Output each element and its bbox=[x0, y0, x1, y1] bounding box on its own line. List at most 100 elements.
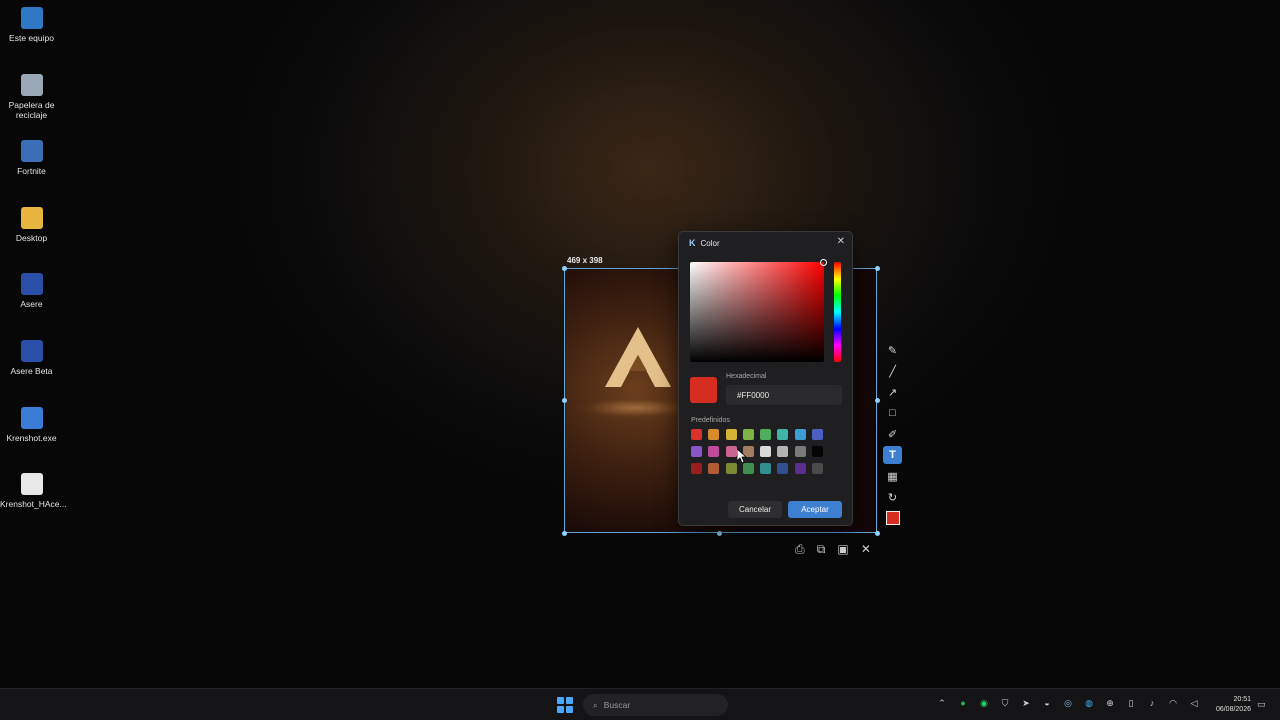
preset-swatch[interactable] bbox=[812, 429, 824, 440]
preset-swatch[interactable] bbox=[725, 463, 737, 474]
saturation-value-picker[interactable] bbox=[690, 259, 827, 362]
preset-swatch[interactable] bbox=[760, 429, 772, 440]
resize-handle-top-left[interactable] bbox=[562, 266, 567, 271]
desktop-icon[interactable]: Krenshot.exe bbox=[0, 406, 63, 443]
gamepad-icon[interactable]: ⊕ bbox=[1104, 697, 1116, 709]
resize-handle-top-right[interactable] bbox=[875, 266, 880, 271]
start-pane bbox=[566, 706, 573, 713]
desktop-icon[interactable]: Papelera de reciclaje bbox=[0, 73, 63, 120]
marker-tool-button[interactable]: ✐ bbox=[883, 425, 902, 443]
capture-actions-toolbar: ⎙ ⧉ ▣ ✕ bbox=[789, 539, 877, 559]
hex-input[interactable] bbox=[726, 385, 842, 405]
pen-tool-button[interactable]: ✎ bbox=[883, 341, 902, 359]
preset-swatch[interactable] bbox=[708, 429, 720, 440]
start-button[interactable] bbox=[557, 697, 573, 713]
desktop-icon[interactable]: Asere Beta bbox=[0, 340, 63, 376]
clock-time: 20:51 bbox=[1233, 696, 1251, 703]
hue-slider[interactable] bbox=[834, 262, 841, 362]
preset-swatch[interactable] bbox=[812, 446, 824, 457]
cancel-button[interactable]: Cancelar bbox=[728, 501, 782, 518]
asere-icon bbox=[20, 273, 43, 296]
krenshot-logo-icon: K bbox=[689, 238, 696, 248]
desktop-icon-label: Krenshot_HAce... bbox=[0, 499, 67, 510]
notifications-icon[interactable]: ▭ bbox=[1257, 699, 1266, 710]
telegram-icon[interactable]: ➤ bbox=[1020, 697, 1032, 709]
preset-swatch[interactable] bbox=[794, 429, 806, 440]
preset-swatch[interactable] bbox=[777, 463, 789, 474]
desktop-icon-label: Desktop bbox=[15, 232, 48, 243]
undo-tool-button[interactable]: ↻ bbox=[883, 488, 902, 506]
desktop-icon[interactable]: Fortnite bbox=[0, 140, 63, 176]
spotify-icon[interactable]: ● bbox=[957, 697, 969, 709]
battery-icon[interactable]: ▯ bbox=[1125, 697, 1137, 709]
preset-swatch[interactable] bbox=[725, 446, 737, 457]
dialog-close-button[interactable]: ✕ bbox=[837, 236, 845, 247]
dialog-title: Color bbox=[700, 238, 720, 248]
system-tray: ⌃ ● ◉ ⛉ ➤ ◒ ◎ ◍ ⊕ ▯ ♪ ◠ ◁ bbox=[936, 697, 1200, 709]
desktop-icon[interactable]: Desktop bbox=[0, 206, 63, 243]
volume-icon[interactable]: ◁ bbox=[1188, 697, 1200, 709]
clock-date: 06/08/2026 bbox=[1215, 706, 1251, 713]
desktop-icon-label: Fortnite bbox=[17, 166, 46, 177]
desktop-icon-label: Asere Beta bbox=[10, 366, 53, 376]
desktop-icon[interactable]: Krenshot_HAce... bbox=[0, 473, 67, 510]
preset-swatch[interactable] bbox=[794, 446, 806, 457]
desktop-icon[interactable]: Este equipo bbox=[0, 7, 63, 43]
preset-swatch[interactable] bbox=[812, 463, 824, 474]
preset-swatch[interactable] bbox=[691, 446, 702, 457]
line-tool-button[interactable]: ╱ bbox=[883, 362, 902, 380]
preset-swatch[interactable] bbox=[725, 429, 737, 440]
recycle-bin-icon bbox=[20, 73, 43, 96]
print-button[interactable]: ⎙ bbox=[795, 542, 805, 557]
preset-swatch[interactable] bbox=[742, 463, 754, 474]
file-icon bbox=[20, 473, 43, 496]
resize-handle-left[interactable] bbox=[562, 398, 567, 403]
preset-swatch[interactable] bbox=[777, 429, 789, 440]
text-tool-button[interactable]: T bbox=[883, 446, 902, 464]
rectangle-tool-button[interactable]: □ bbox=[883, 404, 902, 422]
current-color-button[interactable] bbox=[883, 509, 902, 527]
preset-swatch[interactable] bbox=[742, 429, 754, 440]
annotation-toolbar: ✎ ╱ ↗ □ ✐ T ▦ ↻ bbox=[881, 341, 904, 531]
color-preview bbox=[690, 377, 717, 403]
resize-handle-bottom-right[interactable] bbox=[875, 531, 880, 536]
arrow-tool-button[interactable]: ↗ bbox=[883, 383, 902, 401]
current-color-swatch bbox=[885, 511, 900, 525]
start-pane bbox=[566, 697, 573, 704]
close-capture-button[interactable]: ✕ bbox=[861, 542, 871, 556]
preset-swatch[interactable] bbox=[794, 463, 806, 474]
accept-button[interactable]: Aceptar bbox=[788, 501, 842, 518]
resize-handle-bottom-left[interactable] bbox=[562, 531, 567, 536]
preset-swatch[interactable] bbox=[691, 463, 702, 474]
color-dialog: K Color ✕ Hexadecimal Predefinidos Cance… bbox=[678, 231, 853, 526]
picker-cursor[interactable] bbox=[820, 259, 827, 266]
folder-icon bbox=[20, 206, 43, 229]
resize-handle-bottom[interactable] bbox=[717, 531, 722, 536]
save-button[interactable]: ▣ bbox=[837, 542, 848, 556]
asere-beta-icon bbox=[20, 340, 43, 362]
wifi-icon[interactable]: ◠ bbox=[1167, 697, 1179, 709]
resize-handle-right[interactable] bbox=[875, 398, 880, 403]
preset-swatches bbox=[691, 429, 825, 474]
capture-size-label: 469 x 398 bbox=[567, 256, 603, 265]
preset-swatch[interactable] bbox=[708, 446, 720, 457]
taskbar-search[interactable]: ⌕ Buscar bbox=[583, 694, 728, 716]
edge-icon[interactable]: ◍ bbox=[1083, 697, 1095, 709]
blur-tool-button[interactable]: ▦ bbox=[883, 467, 902, 485]
copy-button[interactable]: ⧉ bbox=[817, 542, 826, 557]
preset-swatch[interactable] bbox=[760, 463, 772, 474]
start-pane bbox=[557, 697, 564, 704]
taskbar-clock[interactable]: 20:51 06/08/2026 bbox=[1207, 695, 1251, 715]
whatsapp-icon[interactable]: ◉ bbox=[978, 697, 990, 709]
chevron-up-icon[interactable]: ⌃ bbox=[936, 697, 948, 709]
shield-icon[interactable]: ⛉ bbox=[999, 697, 1011, 709]
mic-icon[interactable]: ♪ bbox=[1146, 697, 1158, 709]
preset-swatch[interactable] bbox=[708, 463, 720, 474]
preset-swatch[interactable] bbox=[777, 446, 789, 457]
preset-swatch[interactable] bbox=[691, 429, 702, 440]
preset-swatch[interactable] bbox=[760, 446, 772, 457]
asere-logo bbox=[605, 327, 671, 387]
steam-icon[interactable]: ◎ bbox=[1062, 697, 1074, 709]
desktop-icon[interactable]: Asere bbox=[0, 273, 63, 309]
discord-icon[interactable]: ◒ bbox=[1041, 697, 1053, 709]
